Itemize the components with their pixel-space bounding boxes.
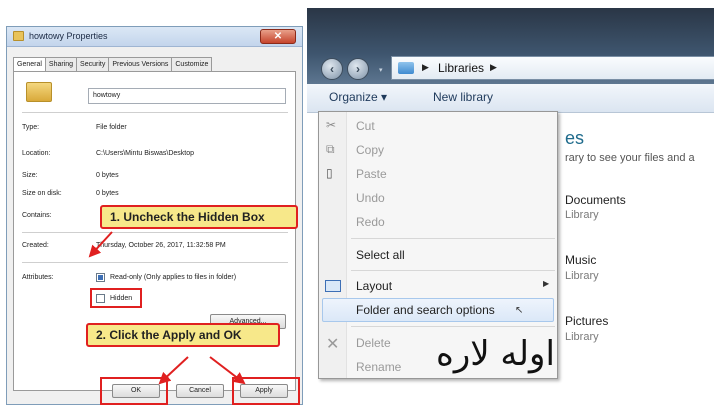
hidden-highlight-box [90,288,142,308]
breadcrumb-arrow-icon[interactable]: ▶ [490,62,497,73]
menu-item-folder-options[interactable]: Folder and search options [356,303,495,317]
cut-icon: ✂ [326,118,337,132]
submenu-arrow-icon: ▶ [543,279,550,288]
library-pictures-kind: Library [565,331,599,343]
menu-item-layout[interactable]: Layout [356,279,392,293]
readonly-label: Read-only (Only applies to files in fold… [110,274,237,281]
step2-callout: 2. Click the Apply and OK [86,323,280,347]
size-on-disk-label: Size on disk: [22,190,62,197]
tab-sharing[interactable]: Sharing [44,57,78,71]
folder-name-field[interactable]: howtowy [88,88,286,104]
menu-item-redo[interactable]: Redo [356,215,385,229]
library-documents-kind: Library [565,209,599,221]
breadcrumb-libraries[interactable]: Libraries [438,61,484,75]
history-dropdown-icon[interactable]: ▾ [379,66,383,74]
explorer-header: ‹ › ▾ ▶ Libraries ▶ [307,8,714,84]
menu-item-copy[interactable]: Copy [356,143,384,157]
menu-item-undo[interactable]: Undo [356,191,385,205]
library-pictures[interactable]: Pictures [565,314,608,328]
tab-general[interactable]: General [13,57,46,72]
apply-highlight-box [232,377,300,405]
tab-previous-versions[interactable]: Previous Versions [108,57,173,71]
menu-separator [351,326,555,327]
library-music[interactable]: Music [565,253,596,267]
organize-button[interactable]: Organize ▾ [329,90,387,104]
back-button[interactable]: ‹ [321,58,343,80]
location-value: C:\Users\Mintu Biswas\Desktop [96,150,195,157]
overlay-text: اوله لاره [436,334,555,374]
dialog-title: howtowy Properties [29,31,108,41]
menu-item-select-all[interactable]: Select all [356,248,405,262]
divider [22,112,288,113]
menu-item-delete[interactable]: Delete [356,336,391,350]
tab-customize[interactable]: Customize [171,57,213,71]
libraries-icon [398,62,414,74]
created-value: Thursday, October 26, 2017, 11:32:58 PM [96,242,226,249]
created-label: Created: [22,242,49,249]
command-bar: Organize ▾ New library [307,84,714,113]
type-label: Type: [22,124,40,131]
location-label: Location: [22,150,51,157]
attributes-label: Attributes: [22,274,54,281]
paste-icon: ▯ [326,166,333,180]
new-library-button[interactable]: New library [433,90,493,104]
dialog-titlebar: howtowy Properties ✕ [7,27,302,47]
libraries-heading: es [565,128,585,148]
library-documents[interactable]: Documents [565,193,626,207]
type-value: File folder [96,124,127,131]
menu-separator [351,270,555,271]
breadcrumb-arrow-icon[interactable]: ▶ [422,62,429,73]
cancel-button[interactable]: Cancel [176,384,224,398]
libraries-subtitle: rary to see your files and a [565,152,695,164]
size-value: 0 bytes [96,172,119,179]
ok-highlight-box [100,377,168,405]
menu-item-cut[interactable]: Cut [356,119,375,133]
close-button[interactable]: ✕ [260,29,296,44]
size-on-disk-value: 0 bytes [96,190,119,197]
delete-icon: ✕ [326,336,340,353]
contains-label: Contains: [22,212,52,219]
size-label: Size: [22,172,38,179]
menu-item-paste[interactable]: Paste [356,167,387,181]
divider [22,262,288,263]
step1-callout: 1. Uncheck the Hidden Box [100,205,298,229]
menu-separator [351,238,555,239]
menu-item-rename[interactable]: Rename [356,360,401,374]
forward-button[interactable]: › [347,58,369,80]
folder-icon [13,31,24,41]
readonly-checkbox[interactable] [96,273,105,282]
address-bar[interactable]: ▶ Libraries ▶ [391,56,714,80]
divider [22,232,288,233]
tab-security[interactable]: Security [76,57,110,71]
mouse-cursor-icon: ↖ [515,305,524,316]
folder-large-icon [26,82,52,102]
copy-icon: ⧉ [326,142,335,156]
layout-icon [325,280,341,292]
library-music-kind: Library [565,270,599,282]
tab-strip: General Sharing Security Previous Versio… [13,57,213,72]
